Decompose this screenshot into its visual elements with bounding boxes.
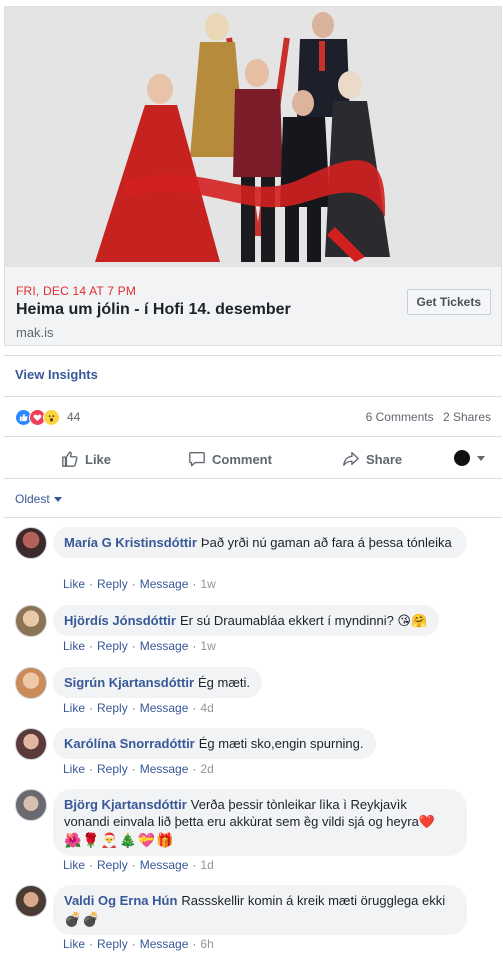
reactions-summary[interactable]: 44 — [15, 408, 80, 426]
comment-timestamp[interactable]: 1w — [200, 639, 215, 653]
comment-emojis: 💣💣 — [64, 911, 101, 927]
chevron-down-icon[interactable] — [477, 456, 485, 461]
comment-author[interactable]: Sigrún Kjartansdóttir — [64, 675, 194, 690]
divider — [4, 355, 502, 356]
like-button-label: Like — [85, 451, 112, 467]
avatar[interactable] — [15, 605, 47, 637]
share-icon — [343, 452, 359, 466]
divider — [4, 478, 502, 479]
comment-actions: Like · Reply · Message · 1w — [63, 577, 216, 591]
comment-like-link[interactable]: Like — [63, 577, 85, 591]
comment-author[interactable]: Björg Kjartansdóttir — [64, 797, 187, 812]
comment-text: Ég mæti. — [198, 675, 251, 690]
divider — [4, 436, 502, 437]
engagement-stats: 6 Comments 2 Shares — [360, 410, 491, 424]
post-action-bar: Like Comment Share — [4, 440, 502, 478]
comment-emojis: 🌺🌹🎅🎄💝🎁 — [64, 832, 175, 848]
comment-like-link[interactable]: Like — [63, 762, 85, 776]
comment-text: Það yrði nú gaman að fara á þessa tónlei… — [200, 535, 452, 550]
caret-down-icon — [53, 496, 62, 502]
event-image[interactable] — [5, 7, 501, 267]
comment-actions: Like · Reply · Message · 1w — [63, 639, 216, 653]
comment-message-link[interactable]: Message — [140, 639, 189, 653]
comment-like-link[interactable]: Like — [63, 937, 85, 951]
comment-bubble: Hjördís Jónsdóttir Er sú Draumabláa ekker… — [53, 605, 440, 636]
comment-text: Er sú Draumabláa ekkert í myndinni? 😘🤗 — [179, 613, 428, 628]
comment-icon — [189, 452, 205, 467]
comment-timestamp[interactable]: 1d — [200, 858, 213, 872]
comment-like-link[interactable]: Like — [63, 639, 85, 653]
avatar[interactable] — [15, 728, 47, 760]
avatar[interactable] — [15, 667, 47, 699]
comment-actions: Like · Reply · Message · 6h — [63, 937, 214, 951]
event-info: FRI, DEC 14 AT 7 PM Heima um jólin - í H… — [5, 267, 501, 345]
divider — [4, 396, 502, 397]
comment-timestamp[interactable]: 4d — [200, 701, 213, 715]
share-button[interactable]: Share — [342, 450, 402, 468]
comment-button-label: Comment — [212, 451, 272, 467]
comment-bubble: Valdi Og Erna Hún Rassskellir komin á kre… — [53, 885, 467, 935]
comment-author[interactable]: Hjördís Jónsdóttir — [64, 613, 176, 628]
comment-reply-link[interactable]: Reply — [97, 762, 128, 776]
event-card[interactable]: FRI, DEC 14 AT 7 PM Heima um jólin - í H… — [4, 6, 502, 346]
comment-timestamp[interactable]: 6h — [200, 937, 213, 951]
comment-sort-label: Oldest — [15, 492, 50, 506]
comment-message-link[interactable]: Message — [140, 858, 189, 872]
comment-text: Ég mæti sko,engin spurning. — [198, 736, 364, 751]
divider — [4, 517, 502, 518]
comment-reply-link[interactable]: Reply — [97, 701, 128, 715]
like-button[interactable]: Like — [61, 450, 111, 468]
comment-actions: Like · Reply · Message · 2d — [63, 762, 214, 776]
get-tickets-button[interactable]: Get Tickets — [406, 289, 491, 315]
comment-bubble: María G Kristinsdóttir Það yrði nú gaman … — [53, 527, 467, 558]
comment-author[interactable]: María G Kristinsdóttir — [64, 535, 197, 550]
comment-reply-link[interactable]: Reply — [97, 858, 128, 872]
wow-reaction-icon — [43, 408, 60, 426]
event-photo-illustration — [5, 7, 501, 267]
comment-like-link[interactable]: Like — [63, 858, 85, 872]
comment-sort-dropdown[interactable]: Oldest — [15, 492, 62, 506]
event-domain: mak.is — [16, 325, 54, 340]
comment-timestamp[interactable]: 2d — [200, 762, 213, 776]
comment-message-link[interactable]: Message — [140, 762, 189, 776]
event-date: FRI, DEC 14 AT 7 PM — [16, 284, 137, 298]
comment-actions: Like · Reply · Message · 4d — [63, 701, 214, 715]
comment-bubble: Sigrún Kjartansdóttir Ég mæti. — [53, 667, 263, 698]
comment-bubble: Björg Kjartansdóttir Verða þessir tònleik… — [53, 789, 467, 856]
reaction-count: 44 — [67, 410, 81, 424]
view-insights-link[interactable]: View Insights — [15, 367, 98, 382]
comment-actions: Like · Reply · Message · 1d — [63, 858, 214, 872]
comment-message-link[interactable]: Message — [140, 701, 189, 715]
comment-author[interactable]: Valdi Og Erna Hún — [64, 893, 177, 908]
event-title[interactable]: Heima um jólin - í Hofi 14. desember — [16, 301, 291, 319]
comment-bubble: Karólína Snorradóttir Ég mæti sko,engin s… — [53, 728, 376, 759]
page-avatar-selector[interactable] — [454, 450, 470, 466]
avatar[interactable] — [15, 789, 47, 821]
comment-reply-link[interactable]: Reply — [97, 577, 128, 591]
comment-reply-link[interactable]: Reply — [97, 639, 128, 653]
comment-button[interactable]: Comment — [188, 450, 272, 468]
avatar[interactable] — [15, 527, 47, 559]
avatar[interactable] — [15, 885, 47, 917]
share-button-label: Share — [366, 451, 403, 467]
comment-message-link[interactable]: Message — [140, 577, 189, 591]
shares-count-link[interactable]: 2 Shares — [443, 410, 491, 424]
thumbs-up-icon — [62, 451, 78, 467]
comment-author[interactable]: Karólína Snorradóttir — [64, 736, 195, 751]
comment-timestamp[interactable]: 1w — [200, 577, 215, 591]
comment-text: Rassskellir komin á kreik mæti örugglega… — [181, 893, 446, 908]
comments-count-link[interactable]: 6 Comments — [366, 410, 434, 424]
comment-reply-link[interactable]: Reply — [97, 937, 128, 951]
comment-like-link[interactable]: Like — [63, 701, 85, 715]
comment-message-link[interactable]: Message — [140, 937, 189, 951]
